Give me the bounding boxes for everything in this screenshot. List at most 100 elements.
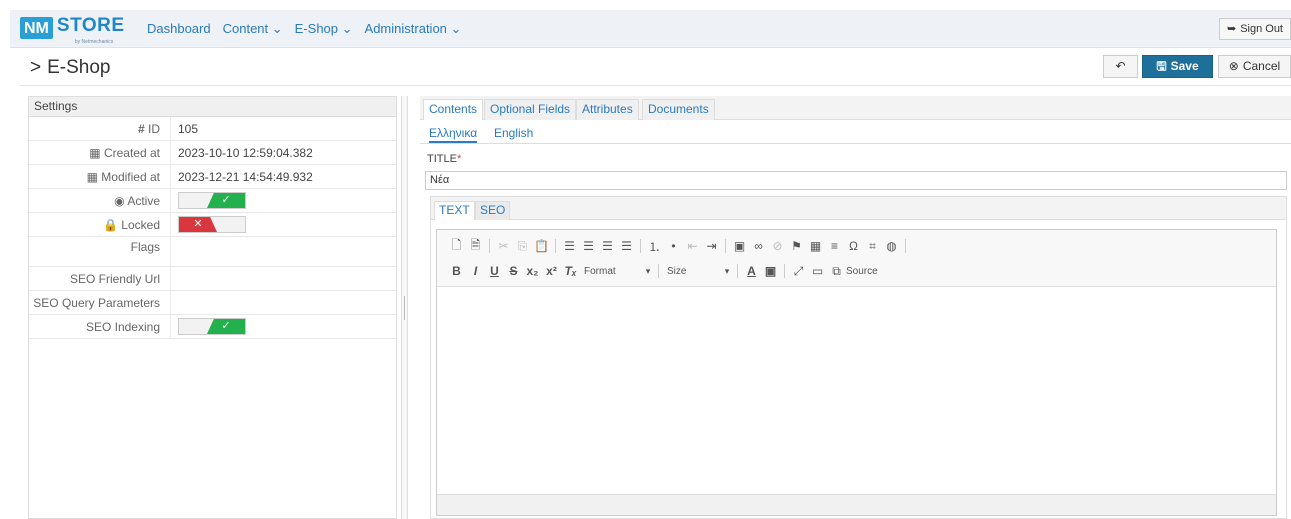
seo-query-label: SEO Query Parameters — [33, 296, 160, 310]
special-char-icon[interactable]: Ω — [844, 239, 863, 253]
created-label-text: Created at — [103, 146, 160, 160]
undo-arrow-icon: ↶ — [1115, 59, 1126, 73]
new-page-icon[interactable]: 🗋 — [447, 236, 466, 257]
check-icon: ✓ — [207, 193, 245, 208]
remove-format-icon[interactable]: Tₓ — [561, 264, 580, 278]
source-button[interactable]: Source — [846, 266, 882, 277]
tab-seo[interactable]: SEO — [475, 201, 511, 220]
lang-greek[interactable]: Ελληνικα — [429, 126, 478, 143]
hash-icon: # — [137, 122, 145, 136]
created-value: 2023-10-10 12:59:04.382 — [178, 146, 313, 160]
numbered-list-icon[interactable]: ⒈ — [645, 238, 664, 255]
format-dropdown[interactable]: Format — [580, 266, 642, 277]
italic-icon[interactable]: I — [466, 264, 485, 278]
editor-statusbar — [437, 494, 1276, 515]
lock-icon: 🔒 — [103, 218, 118, 232]
show-blocks-icon[interactable]: ▭ — [808, 264, 827, 278]
image-icon[interactable]: ▣ — [730, 239, 749, 253]
locked-label: 🔒 Locked — [29, 218, 160, 232]
cut-icon[interactable]: ✂ — [494, 239, 513, 253]
main-nav: Dashboard Content ⌄ E-Shop ⌄ Administrat… — [147, 21, 461, 37]
align-justify-icon[interactable]: ☰ — [617, 239, 636, 253]
modified-label: ▦ Modified at — [29, 170, 160, 184]
text-color-icon[interactable]: A — [742, 264, 761, 278]
align-left-icon[interactable]: ☰ — [560, 239, 579, 253]
chevron-right-icon: > — [30, 57, 42, 78]
editor-container: TEXT SEO 🗋 🗎 ✂ ⎘ 📋 ☰ ☰ ☰ ☰ ⒈ • ⇤ ⇥ ▣ ∞ ⊘… — [430, 196, 1287, 519]
seo-indexing-toggle[interactable]: ✓ — [178, 318, 246, 335]
align-right-icon[interactable]: ☰ — [598, 239, 617, 253]
settings-row-id: # ID 105 — [29, 117, 396, 141]
nav-administration[interactable]: Administration ⌄ — [365, 21, 462, 37]
rich-text-editor: 🗋 🗎 ✂ ⎘ 📋 ☰ ☰ ☰ ☰ ⒈ • ⇤ ⇥ ▣ ∞ ⊘ ⚑ ▦ ≡ Ω … — [436, 229, 1277, 516]
id-label-text: ID — [148, 122, 160, 136]
logo-store-text: STORE — [56, 15, 125, 36]
table-icon[interactable]: ▦ — [806, 239, 825, 253]
maximize-icon[interactable]: ⤢ — [789, 264, 808, 279]
source-icon[interactable]: ⧉ — [827, 264, 846, 279]
nav-dashboard[interactable]: Dashboard — [147, 21, 211, 37]
tab-text[interactable]: TEXT — [434, 201, 475, 220]
created-label: ▦ Created at — [29, 146, 160, 160]
save-label: Save — [1170, 59, 1199, 73]
page-title: > E-Shop — [30, 57, 110, 79]
calendar-icon: ▦ — [86, 170, 98, 184]
panel-splitter[interactable] — [401, 96, 408, 519]
unlink-icon[interactable]: ⊘ — [768, 239, 787, 253]
outdent-icon[interactable]: ⇤ — [683, 239, 702, 253]
paste-icon[interactable]: 📋 — [532, 239, 551, 253]
bulleted-list-icon[interactable]: • — [664, 239, 683, 253]
settings-row-seo-query: SEO Query Parameters — [29, 291, 396, 315]
sign-out-button[interactable]: ➥ Sign Out — [1218, 18, 1291, 40]
page-header: > E-Shop ↶ 🖫 Save ⊗ Cancel — [20, 48, 1291, 86]
underline-icon[interactable]: U — [485, 264, 504, 278]
lang-english[interactable]: English — [494, 126, 533, 140]
templates-icon[interactable]: 🗎 — [466, 236, 485, 257]
anchor-flag-icon[interactable]: ⚑ — [787, 239, 806, 253]
flags-label: Flags — [130, 240, 160, 254]
iframe-icon[interactable]: ⌗ — [863, 239, 882, 254]
globe-icon[interactable]: ◍ — [882, 239, 901, 253]
link-icon[interactable]: ∞ — [749, 239, 768, 253]
settings-row-flags: Flags — [29, 237, 396, 267]
check-icon: ✓ — [207, 319, 245, 334]
copy-icon[interactable]: ⎘ — [513, 239, 532, 254]
align-center-icon[interactable]: ☰ — [579, 239, 598, 253]
settings-row-modified: ▦ Modified at 2023-12-21 14:54:49.932 — [29, 165, 396, 189]
locked-label-text: Locked — [121, 218, 160, 232]
splitter-grip — [404, 296, 405, 320]
required-asterisk: * — [456, 153, 462, 165]
strikethrough-icon[interactable]: S — [504, 264, 523, 278]
title-input[interactable]: Νέα — [425, 171, 1287, 190]
subscript-icon[interactable]: x₂ — [523, 264, 542, 278]
eye-icon: ◉ — [114, 194, 125, 208]
calendar-icon: ▦ — [89, 146, 101, 160]
size-caret-icon: ▾ — [724, 265, 730, 276]
settings-row-seo-indexing: SEO Indexing ✓ — [29, 315, 396, 339]
store-logo[interactable]: NM STORE by Netmechanics — [20, 15, 125, 45]
nav-content[interactable]: Content ⌄ — [223, 21, 283, 37]
active-toggle[interactable]: ✓ — [178, 192, 246, 209]
locked-toggle[interactable]: ✕ — [178, 216, 246, 233]
cancel-button[interactable]: ⊗ Cancel — [1218, 55, 1291, 78]
tab-contents[interactable]: Contents — [423, 99, 484, 120]
tab-attributes[interactable]: Attributes — [576, 99, 639, 120]
size-dropdown[interactable]: Size — [663, 266, 721, 277]
save-button[interactable]: 🖫 Save — [1142, 55, 1213, 78]
toolbar-row-2: B I U S x₂ x² Tₓ Format ▾ Size ▾ A ▣ ⤢ ▭… — [447, 262, 882, 280]
indent-icon[interactable]: ⇥ — [702, 239, 721, 253]
tab-optional-fields[interactable]: Optional Fields — [484, 99, 577, 120]
back-button[interactable]: ↶ — [1103, 55, 1138, 78]
nav-eshop[interactable]: E-Shop ⌄ — [295, 21, 353, 37]
settings-panel: Settings # ID 105 ▦ Created at 2023-10-1… — [28, 96, 397, 519]
id-label: # ID — [29, 122, 160, 136]
bg-color-icon[interactable]: ▣ — [761, 264, 780, 278]
horizontal-line-icon[interactable]: ≡ — [825, 239, 844, 253]
superscript-icon[interactable]: x² — [542, 264, 561, 278]
seo-url-label: SEO Friendly Url — [69, 272, 160, 286]
editor-content-area[interactable] — [437, 287, 1276, 491]
tab-documents[interactable]: Documents — [642, 99, 715, 120]
bold-icon[interactable]: B — [447, 264, 466, 278]
settings-row-seo-url: SEO Friendly Url — [29, 267, 396, 291]
format-caret-icon: ▾ — [645, 265, 651, 276]
